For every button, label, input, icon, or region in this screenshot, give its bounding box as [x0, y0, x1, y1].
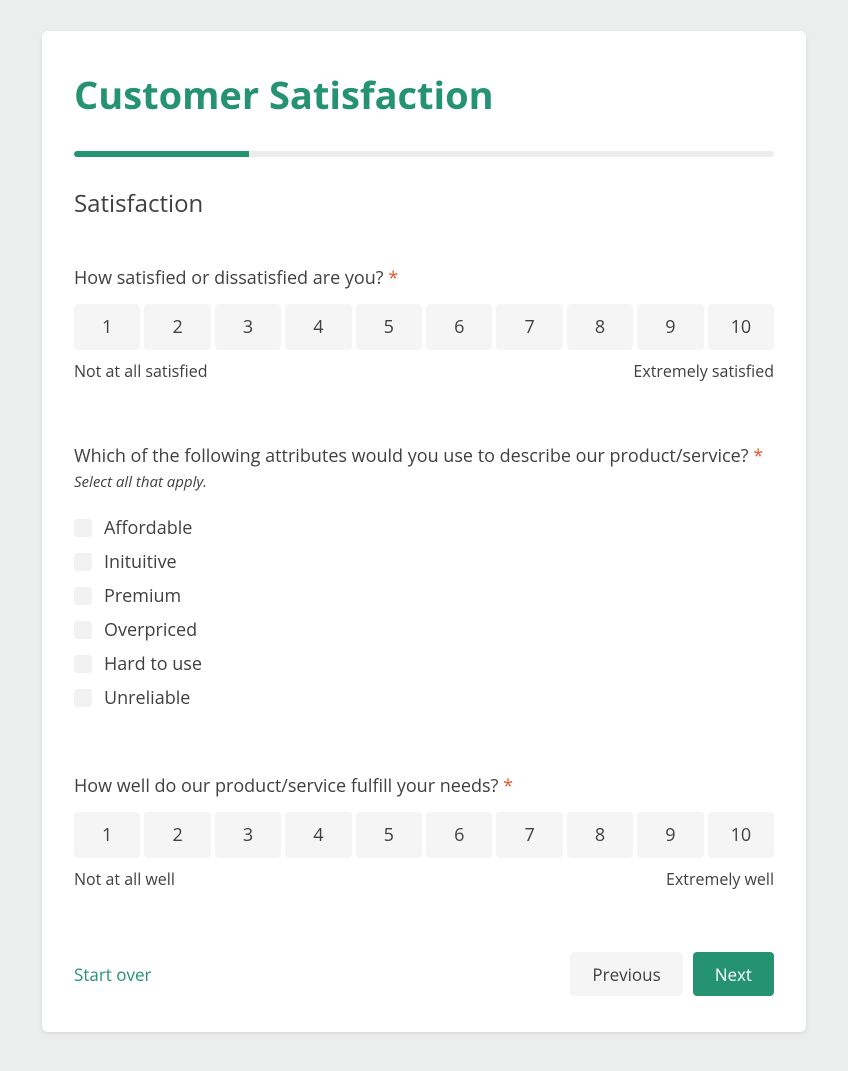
checkbox-icon	[74, 553, 92, 571]
rating-option[interactable]: 3	[215, 304, 281, 350]
rating-option[interactable]: 2	[144, 304, 210, 350]
checkbox-icon	[74, 519, 92, 537]
previous-button[interactable]: Previous	[570, 952, 682, 996]
survey-card: Customer Satisfaction Satisfaction How s…	[42, 31, 806, 1032]
checkbox-label: Hard to use	[104, 652, 202, 676]
rating-option[interactable]: 3	[215, 812, 281, 858]
question-attributes: Which of the following attributes would …	[74, 444, 774, 712]
checkbox-label: Overpriced	[104, 618, 197, 642]
rating-option[interactable]: 7	[496, 304, 562, 350]
rating-option[interactable]: 1	[74, 304, 140, 350]
question-label: How well do our product/service fulfill …	[74, 774, 774, 798]
checkbox-option[interactable]: Inituitive	[74, 548, 774, 576]
question-label: How satisfied or dissatisfied are you? *	[74, 266, 774, 290]
rating-scale: 1 2 3 4 5 6 7 8 9 10	[74, 304, 774, 350]
question-satisfaction: How satisfied or dissatisfied are you? *…	[74, 266, 774, 382]
question-text: Which of the following attributes would …	[74, 444, 749, 468]
rating-option[interactable]: 6	[426, 812, 492, 858]
rating-option[interactable]: 9	[637, 812, 703, 858]
nav-buttons: Previous Next	[570, 952, 774, 996]
question-needs: How well do our product/service fulfill …	[74, 774, 774, 890]
rating-option[interactable]: 5	[356, 812, 422, 858]
checkbox-list: Affordable Inituitive Premium Overpriced…	[74, 514, 774, 712]
checkbox-option[interactable]: Hard to use	[74, 650, 774, 678]
progress-fill	[74, 151, 249, 157]
rating-anchors: Not at all well Extremely well	[74, 868, 774, 890]
survey-footer: Start over Previous Next	[74, 952, 774, 996]
anchor-low: Not at all satisfied	[74, 360, 207, 382]
checkbox-option[interactable]: Affordable	[74, 514, 774, 542]
required-mark: *	[503, 774, 513, 798]
start-over-link[interactable]: Start over	[74, 963, 151, 986]
rating-anchors: Not at all satisfied Extremely satisfied	[74, 360, 774, 382]
question-label: Which of the following attributes would …	[74, 444, 774, 468]
checkbox-icon	[74, 621, 92, 639]
checkbox-icon	[74, 655, 92, 673]
checkbox-label: Unreliable	[104, 686, 190, 710]
rating-option[interactable]: 6	[426, 304, 492, 350]
rating-option[interactable]: 10	[708, 812, 774, 858]
rating-option[interactable]: 7	[496, 812, 562, 858]
rating-option[interactable]: 5	[356, 304, 422, 350]
required-mark: *	[753, 444, 763, 468]
progress-bar	[74, 151, 774, 157]
anchor-low: Not at all well	[74, 868, 175, 890]
checkbox-option[interactable]: Premium	[74, 582, 774, 610]
rating-option[interactable]: 4	[285, 304, 351, 350]
checkbox-label: Affordable	[104, 516, 192, 540]
checkbox-icon	[74, 587, 92, 605]
rating-option[interactable]: 8	[567, 812, 633, 858]
question-text: How well do our product/service fulfill …	[74, 774, 498, 798]
rating-option[interactable]: 10	[708, 304, 774, 350]
checkbox-label: Premium	[104, 584, 181, 608]
rating-option[interactable]: 4	[285, 812, 351, 858]
anchor-high: Extremely well	[666, 868, 774, 890]
rating-option[interactable]: 8	[567, 304, 633, 350]
required-mark: *	[388, 266, 398, 290]
checkbox-option[interactable]: Unreliable	[74, 684, 774, 712]
question-hint: Select all that apply.	[74, 472, 774, 492]
survey-title: Customer Satisfaction	[74, 69, 774, 121]
question-text: How satisfied or dissatisfied are you?	[74, 266, 384, 290]
rating-scale: 1 2 3 4 5 6 7 8 9 10	[74, 812, 774, 858]
anchor-high: Extremely satisfied	[633, 360, 774, 382]
rating-option[interactable]: 9	[637, 304, 703, 350]
checkbox-option[interactable]: Overpriced	[74, 616, 774, 644]
checkbox-label: Inituitive	[104, 550, 177, 574]
rating-option[interactable]: 1	[74, 812, 140, 858]
rating-option[interactable]: 2	[144, 812, 210, 858]
next-button[interactable]: Next	[693, 952, 774, 996]
checkbox-icon	[74, 689, 92, 707]
section-title: Satisfaction	[74, 187, 774, 220]
